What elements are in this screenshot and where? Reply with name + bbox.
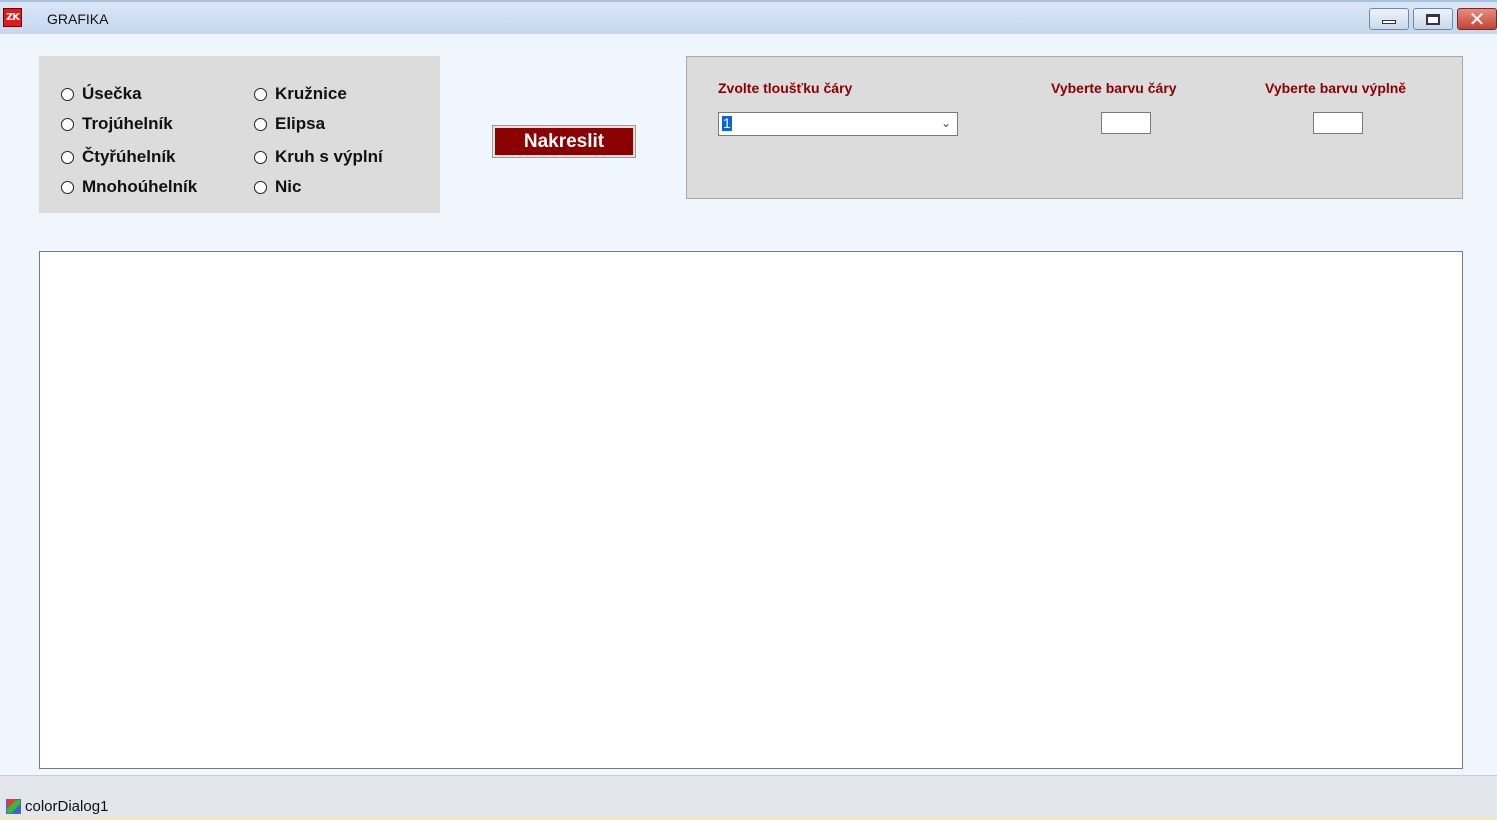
close-icon: ✕ [1468, 7, 1486, 31]
component-tray: colorDialog1 [0, 775, 1497, 820]
radio-kruznice[interactable]: Kružnice [254, 84, 347, 104]
radio-circle-icon [61, 117, 74, 131]
radio-elipsa[interactable]: Elipsa [254, 114, 325, 134]
color-dialog-component[interactable]: colorDialog1 [6, 798, 108, 815]
maximize-button[interactable] [1413, 8, 1453, 30]
radio-circle-icon [254, 87, 267, 101]
window-title: GRAFIKA [47, 11, 109, 27]
minimize-button[interactable] [1369, 8, 1409, 30]
radio-label: Elipsa [275, 114, 326, 133]
radio-label: Čtyřúhelník [82, 147, 176, 166]
chevron-down-icon[interactable]: ⌄ [941, 116, 951, 130]
drawing-canvas[interactable] [39, 251, 1463, 769]
fill-color-label: Vyberte barvu výplně [1265, 80, 1407, 96]
draw-button[interactable]: Nakreslit [492, 125, 636, 158]
radio-circle-icon [61, 150, 74, 164]
radio-mnohouhelnik[interactable]: Mnohoúhelník [61, 177, 197, 197]
radio-label: Kružnice [275, 84, 347, 103]
radio-circle-icon [61, 180, 74, 194]
radio-circle-icon [254, 117, 267, 131]
radio-trojuhelnik[interactable]: Trojúhelník [61, 114, 173, 134]
line-width-select[interactable]: 1 ⌄ [718, 112, 958, 136]
radio-label: Kruh s výplní [275, 147, 383, 166]
radio-nic[interactable]: Nic [254, 177, 301, 197]
radio-circle-icon [254, 180, 267, 194]
line-width-label: Zvolte tloušťku čáry [718, 80, 853, 96]
radio-kruh-s-vyplni[interactable]: Kruh s výplní [254, 147, 383, 167]
palette-icon [6, 799, 21, 814]
line-width-value: 1 [722, 115, 732, 131]
close-button[interactable]: ✕ [1457, 8, 1497, 30]
radio-label: Mnohoúhelník [82, 177, 198, 196]
shape-selection-panel: Úsečka Trojúhelník Čtyřúhelník Mnohoúhel… [39, 56, 440, 213]
line-color-swatch[interactable] [1101, 112, 1151, 134]
title-bar: ZK GRAFIKA ✕ [0, 0, 1497, 34]
radio-label: Úsečka [82, 84, 142, 103]
minimize-icon [1382, 20, 1396, 24]
radio-ctyruhelnik[interactable]: Čtyřúhelník [61, 147, 176, 167]
settings-panel: Zvolte tloušťku čáry 1 ⌄ Vyberte barvu č… [686, 56, 1463, 199]
app-icon: ZK [3, 8, 22, 27]
fill-color-swatch[interactable] [1313, 112, 1363, 134]
maximize-icon [1426, 13, 1440, 25]
component-label: colorDialog1 [25, 798, 109, 815]
line-color-label: Vyberte barvu čáry [1051, 80, 1177, 96]
radio-circle-icon [254, 150, 267, 164]
radio-circle-icon [61, 87, 74, 101]
radio-label: Nic [275, 177, 302, 196]
radio-usecka[interactable]: Úsečka [61, 84, 142, 104]
radio-label: Trojúhelník [82, 114, 173, 133]
